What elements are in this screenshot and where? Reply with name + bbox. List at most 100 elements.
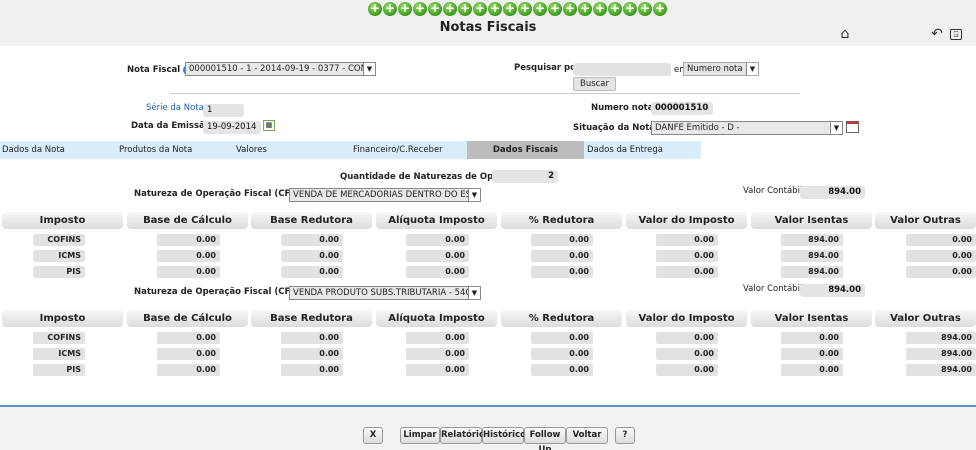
tax-name-cell: COFINS xyxy=(33,332,85,344)
module-dot-icon[interactable]: + xyxy=(503,2,517,16)
cfop-label-text: Natureza de Operação Fiscal (CFOP) xyxy=(134,189,308,199)
help-button[interactable]: ? xyxy=(615,427,635,444)
voltar-button[interactable]: Voltar xyxy=(566,427,608,444)
calendar-icon[interactable]: ▦ xyxy=(263,120,275,131)
module-dot-icon[interactable]: + xyxy=(413,2,427,16)
tax-name-cell: ICMS xyxy=(33,250,85,262)
tax-name-cell: PIS xyxy=(33,364,85,376)
table-cell: 0.00 xyxy=(906,266,976,278)
tax-name-cell: ICMS xyxy=(33,348,85,360)
table-cell: 894.00 xyxy=(906,348,976,360)
pesquisar-em-select[interactable]: Numero nota ▼ xyxy=(683,62,759,76)
table-cell: 0.00 xyxy=(531,250,593,262)
back-arrow-icon[interactable]: ↶ xyxy=(929,27,945,41)
table-cell: 0.00 xyxy=(781,348,843,360)
module-dot-icon[interactable]: + xyxy=(593,2,607,16)
table-cell: 0.00 xyxy=(157,266,220,278)
column-header: Valor do Imposto xyxy=(626,310,747,327)
table-cell: 0.00 xyxy=(281,332,343,344)
exit-icon[interactable]: ⍈ xyxy=(950,29,962,40)
table-cell: 894.00 xyxy=(906,364,976,376)
module-dot-icon[interactable]: + xyxy=(638,2,652,16)
buscar-button[interactable]: Buscar xyxy=(573,77,616,91)
nota-fiscal-label: Nota Fiscal i xyxy=(127,65,194,75)
tab-produtos-da-nota[interactable]: Produtos da Nota xyxy=(119,141,192,159)
table-cell: 0.00 xyxy=(157,332,220,344)
serie-label-text: Série da Nota xyxy=(146,103,204,113)
tab-dados-da-entrega[interactable]: Dados da Entrega xyxy=(587,141,663,159)
tab-dados-da-nota[interactable]: Dados da Nota xyxy=(2,141,65,159)
module-dot-icon[interactable]: + xyxy=(623,2,637,16)
column-header: Base de Cálculo xyxy=(127,310,248,327)
cfop-select[interactable]: VENDA DE MERCADORIAS DENTRO DO ESTA ▼ xyxy=(289,188,481,202)
table-cell: 0.00 xyxy=(531,332,593,344)
module-dot-icon[interactable]: + xyxy=(443,2,457,16)
nota-fiscal-select[interactable]: 000001510 - 1 - 2014-09-19 - 0377 - COMP… xyxy=(185,62,376,76)
module-dot-bar: + + + + + + + + + + + + + + + + + + + + xyxy=(368,2,667,16)
table-cell: 0.00 xyxy=(656,332,718,344)
tab-dados-fiscais[interactable]: Dados Fiscais xyxy=(467,141,584,159)
followup-button[interactable]: Follow Up xyxy=(524,427,566,450)
module-dot-icon[interactable]: + xyxy=(548,2,562,16)
table-cell: 0.00 xyxy=(531,364,593,376)
module-dot-icon[interactable]: + xyxy=(473,2,487,16)
chevron-down-icon[interactable]: ▼ xyxy=(363,63,375,75)
table-cell: 0.00 xyxy=(281,250,343,262)
tab-valores[interactable]: Valores xyxy=(236,141,267,159)
table-cell: 0.00 xyxy=(406,266,469,278)
numero-field[interactable]: 000001510 xyxy=(651,102,713,115)
table-cell: 0.00 xyxy=(906,234,976,246)
module-dot-icon[interactable]: + xyxy=(488,2,502,16)
nota-fiscal-select-value: 000001510 - 1 - 2014-09-19 - 0377 - COMP… xyxy=(189,64,376,74)
valor-contabil-label: Valor Contábil xyxy=(743,284,803,294)
cfop-label-text: Natureza de Operação Fiscal (CFOP) xyxy=(134,287,308,297)
module-dot-icon[interactable]: + xyxy=(428,2,442,16)
separator xyxy=(170,93,800,94)
table-cell: 0.00 xyxy=(656,266,718,278)
module-dot-icon[interactable]: + xyxy=(383,2,397,16)
table-cell: 0.00 xyxy=(157,364,220,376)
table-cell: 0.00 xyxy=(781,332,843,344)
table-cell: 894.00 xyxy=(781,250,843,262)
module-dot-icon[interactable]: + xyxy=(653,2,667,16)
table-cell: 0.00 xyxy=(406,250,469,262)
module-dot-icon[interactable]: + xyxy=(458,2,472,16)
column-header: Base Redutora xyxy=(251,212,372,229)
historico-button[interactable]: Histórico xyxy=(482,427,526,444)
module-dot-icon[interactable]: + xyxy=(533,2,547,16)
module-dot-icon[interactable]: + xyxy=(563,2,577,16)
module-dot-icon[interactable]: + xyxy=(368,2,382,16)
nota-fiscal-label-text: Nota Fiscal xyxy=(127,65,181,75)
situacao-select[interactable]: DANFE Emitido - D - ▼ xyxy=(651,121,843,135)
chevron-down-icon[interactable]: ▼ xyxy=(746,63,758,75)
valor-contabil-field: 894.00 xyxy=(800,186,865,199)
situacao-label-text: Situação da Nota xyxy=(573,123,655,133)
chevron-down-icon[interactable]: ▼ xyxy=(468,189,480,201)
table-cell: 894.00 xyxy=(906,332,976,344)
table-cell: 894.00 xyxy=(781,266,843,278)
home-icon[interactable]: ⌂ xyxy=(837,27,853,41)
table-cell: 894.00 xyxy=(781,234,843,246)
limpar-button[interactable]: Limpar xyxy=(400,427,440,444)
chevron-down-icon[interactable]: ▼ xyxy=(830,122,842,134)
pesquisar-input[interactable] xyxy=(573,63,671,76)
relatorio-button[interactable]: Relatório xyxy=(440,427,485,444)
data-emissao-field[interactable]: 19-09-2014 xyxy=(203,121,261,134)
table-cell: 0.00 xyxy=(656,364,718,376)
column-header: Base de Cálculo xyxy=(127,212,248,229)
module-dot-icon[interactable]: + xyxy=(398,2,412,16)
pesquisar-em-value: Numero nota xyxy=(687,64,743,74)
tab-financeiro[interactable]: Financeiro/C.Receber xyxy=(353,141,443,159)
close-button[interactable]: X xyxy=(363,427,383,444)
table-cell: 0.00 xyxy=(157,348,220,360)
module-dot-icon[interactable]: + xyxy=(608,2,622,16)
calendar-icon[interactable] xyxy=(846,121,859,133)
cfop-select[interactable]: VENDA PRODUTO SUBS.TRIBUTARIA - 5405 - S… xyxy=(289,286,481,300)
table-cell: 0.00 xyxy=(281,266,343,278)
table-cell: 0.00 xyxy=(157,250,220,262)
serie-field[interactable]: 1 xyxy=(203,104,244,117)
chevron-down-icon[interactable]: ▼ xyxy=(468,287,480,299)
module-dot-icon[interactable]: + xyxy=(518,2,532,16)
module-dot-icon[interactable]: + xyxy=(578,2,592,16)
column-header: Valor Outras xyxy=(875,212,976,229)
